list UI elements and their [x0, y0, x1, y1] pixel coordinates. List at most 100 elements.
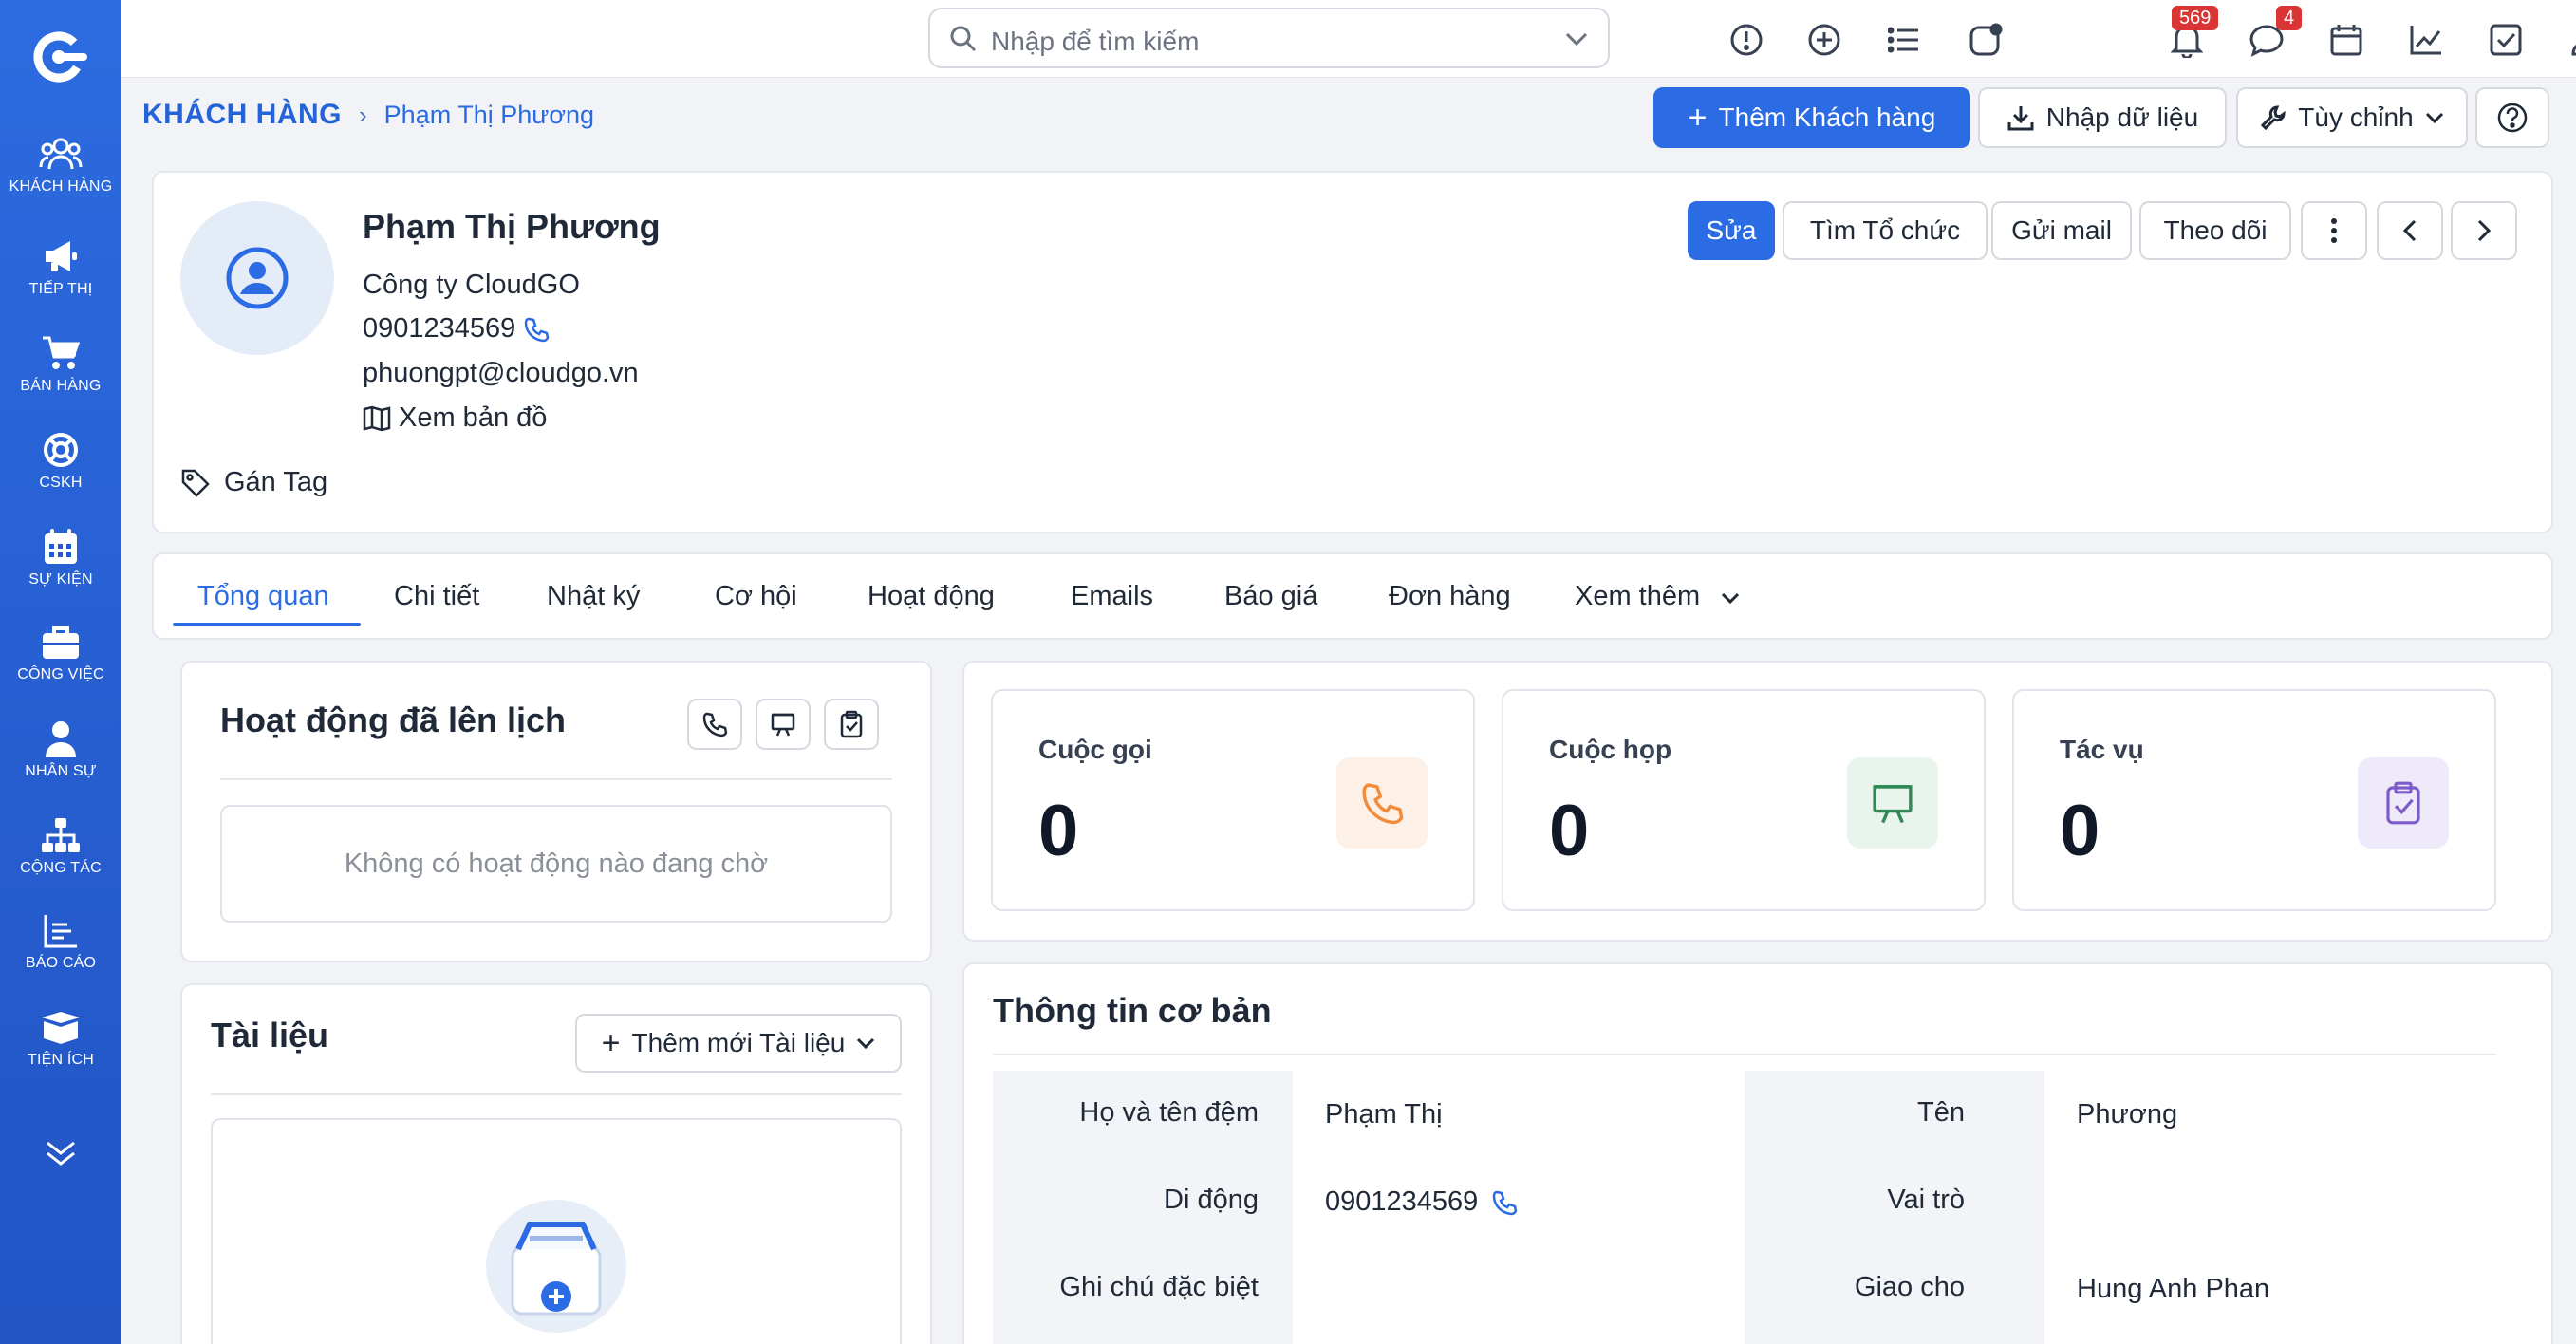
phone-icon	[1336, 757, 1428, 849]
divider	[211, 1093, 902, 1095]
edit-label: Sửa	[1706, 215, 1757, 245]
list-icon[interactable]	[1885, 21, 1923, 59]
edit-button[interactable]: Sửa	[1688, 201, 1775, 260]
sidebar-expand-button[interactable]	[42, 1139, 80, 1172]
sidebar-item-utilities[interactable]: TIỆN ÍCH	[0, 1010, 121, 1069]
chevron-down-icon[interactable]	[1564, 30, 1589, 47]
divider	[220, 778, 892, 780]
tab-log[interactable]: Nhật ký	[547, 581, 640, 612]
email-line: phuongpt@cloudgo.vn	[363, 358, 639, 389]
customize-button[interactable]: Tùy chỉnh	[2236, 87, 2468, 148]
info-label-middle-name: Họ và tên đệm	[1079, 1097, 1259, 1128]
sidebar: KHÁCH HÀNG TIẾP THỊ BÁN HÀNG CSKH SỰ KIỆ…	[0, 0, 121, 1344]
more-actions-button[interactable]	[2301, 201, 2367, 260]
add-call-button[interactable]	[687, 699, 742, 750]
add-document-button[interactable]: + Thêm mới Tài liệu	[575, 1014, 902, 1073]
sidebar-item-reports[interactable]: BÁO CÁO	[0, 913, 121, 972]
sidebar-item-collab[interactable]: CỘNG TÁC	[0, 816, 121, 877]
sidebar-item-marketing[interactable]: TIẾP THỊ	[0, 237, 121, 298]
chart-line-icon[interactable]	[2407, 21, 2445, 59]
alert-icon[interactable]	[1727, 21, 1765, 59]
info-value-first-name[interactable]: Phương	[2077, 1099, 2177, 1130]
email-text[interactable]: phuongpt@cloudgo.vn	[363, 358, 639, 389]
scheduled-activities-title: Hoạt động đã lên lịch	[220, 700, 567, 739]
phone-icon[interactable]	[523, 316, 550, 343]
documents-drop-area[interactable]	[211, 1118, 902, 1344]
calls-stat-value: 0	[1038, 791, 1079, 871]
add-document-label: Thêm mới Tài liệu	[631, 1028, 846, 1057]
tab-details[interactable]: Chi tiết	[394, 581, 479, 612]
org-chart-icon	[42, 818, 80, 852]
map-icon	[363, 405, 391, 431]
wrench-icon	[2261, 105, 2286, 131]
find-org-label: Tìm Tổ chức	[1809, 215, 1961, 245]
tab-quotes[interactable]: Báo giá	[1224, 581, 1317, 612]
tab-opportunities[interactable]: Cơ hội	[715, 581, 797, 612]
breadcrumb-root[interactable]: KHÁCH HÀNG	[142, 99, 342, 131]
info-label-first-name: Tên	[1917, 1097, 1965, 1128]
avatar	[180, 201, 334, 355]
import-button[interactable]: Nhập dữ liệu	[1978, 87, 2227, 148]
presentation-board-icon	[1847, 757, 1938, 849]
search-icon	[950, 26, 977, 52]
info-label-mobile: Di động	[1164, 1185, 1259, 1215]
info-value-assigned-to[interactable]: Hung Anh Phan	[2077, 1274, 2269, 1305]
scheduled-empty-text: Không có hoạt động nào đang chờ	[344, 848, 769, 879]
sidebar-item-label: BÁN HÀNG	[20, 378, 102, 394]
tab-overview[interactable]: Tổng quan	[197, 581, 329, 612]
send-mail-label: Gửi mail	[2011, 215, 2112, 245]
add-meeting-button[interactable]	[756, 699, 811, 750]
customize-label: Tùy chỉnh	[2298, 103, 2414, 132]
person-icon	[46, 721, 76, 757]
previous-record-button[interactable]	[2377, 201, 2443, 260]
app-notification-icon[interactable]	[1967, 21, 2005, 59]
top-bar: Nhập để tìm kiếm 569 4	[121, 0, 2576, 78]
user-icon[interactable]	[2567, 21, 2576, 59]
tab-more[interactable]: Xem thêm	[1575, 581, 1740, 612]
info-value-mobile[interactable]: 0901234569	[1325, 1186, 1518, 1218]
tasks-stat-label: Tác vụ	[2060, 735, 2144, 764]
assign-tag-button[interactable]: Gán Tag	[180, 467, 327, 498]
add-circle-icon[interactable]	[1805, 21, 1843, 59]
add-customer-button[interactable]: + Thêm Khách hàng	[1653, 87, 1970, 148]
next-record-button[interactable]	[2451, 201, 2517, 260]
help-button[interactable]	[2475, 87, 2549, 148]
tab-more-label: Xem thêm	[1575, 581, 1701, 611]
tab-activities[interactable]: Hoạt động	[868, 581, 995, 612]
sidebar-item-customers[interactable]: KHÁCH HÀNG	[0, 135, 121, 196]
cloudgo-logo-icon[interactable]	[30, 27, 91, 87]
megaphone-icon	[46, 241, 77, 271]
plus-icon: +	[1688, 100, 1708, 136]
meetings-stat-value: 0	[1549, 791, 1590, 871]
tab-emails[interactable]: Emails	[1071, 581, 1153, 612]
phone-icon[interactable]	[1491, 1189, 1518, 1216]
search-input[interactable]: Nhập để tìm kiếm	[928, 8, 1610, 68]
sidebar-item-tasks[interactable]: CÔNG VIỆC	[0, 625, 121, 683]
checkbox-icon[interactable]	[2487, 21, 2525, 59]
sidebar-item-sales[interactable]: BÁN HÀNG	[0, 334, 121, 395]
add-task-button[interactable]	[824, 699, 879, 750]
calendar-icon[interactable]	[2327, 21, 2365, 59]
phone-icon	[702, 712, 728, 737]
sidebar-item-hr[interactable]: NHÂN SỰ	[0, 719, 121, 780]
help-icon	[2497, 103, 2528, 133]
chevron-right-icon: ›	[359, 100, 367, 129]
sidebar-item-support[interactable]: CSKH	[0, 431, 121, 492]
info-value-assigned-to-text: Hung Anh Phan	[2077, 1274, 2270, 1304]
sidebar-item-label: BÁO CÁO	[25, 955, 97, 971]
send-mail-button[interactable]: Gửi mail	[1991, 201, 2132, 260]
chevron-left-icon	[2402, 219, 2417, 242]
map-link-text: Xem bản đồ	[399, 402, 548, 433]
follow-button[interactable]: Theo dõi	[2139, 201, 2291, 260]
sidebar-item-events[interactable]: SỰ KIỆN	[0, 528, 121, 588]
tab-orders[interactable]: Đơn hàng	[1389, 581, 1511, 612]
breadcrumb: KHÁCH HÀNG › Phạm Thị Phương	[142, 99, 594, 131]
find-organization-button[interactable]: Tìm Tổ chức	[1783, 201, 1988, 260]
info-value-first-name-text: Phương	[2077, 1099, 2178, 1129]
plus-icon: +	[601, 1025, 621, 1061]
info-value-middle-name[interactable]: Phạm Thị	[1325, 1099, 1443, 1130]
phone-text[interactable]: 0901234569	[363, 313, 515, 345]
import-label: Nhập dữ liệu	[2045, 103, 2199, 132]
divider	[993, 1054, 2496, 1055]
map-link[interactable]: Xem bản đồ	[363, 402, 547, 434]
